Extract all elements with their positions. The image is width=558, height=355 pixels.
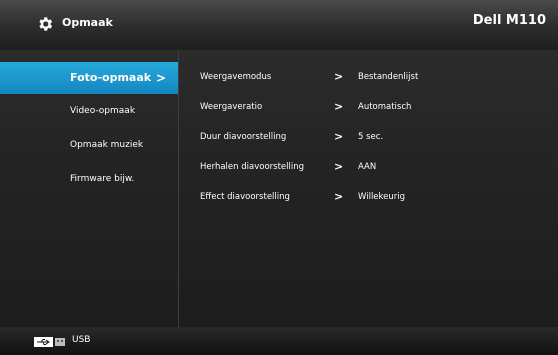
setting-label: Weergaveratio [200, 102, 263, 112]
setting-value: Willekeurig [358, 192, 406, 202]
setting-row-effect-diavoorstelling[interactable]: Effect diavoorstelling > Willekeurig [200, 182, 550, 212]
device-model: Dell M110 [472, 13, 546, 28]
chevron-right-icon: > [334, 160, 344, 173]
setting-value: AAN [358, 162, 377, 172]
setting-row-duur-diavoorstelling[interactable]: Duur diavoorstelling > 5 sec. [200, 122, 550, 152]
projector-menu-screen: Opmaak Dell M110 Foto-opmaak > Video-opm… [0, 0, 558, 355]
sidebar-item-video-opmaak[interactable]: Video-opmaak [0, 94, 178, 128]
gear-icon [39, 17, 53, 31]
chevron-right-icon: > [334, 190, 344, 203]
sidebar-nav: Foto-opmaak > Video-opmaak Opmaak muziek… [0, 62, 178, 196]
setting-label: Weergavemodus [200, 72, 272, 82]
setting-row-weergaveratio[interactable]: Weergaveratio > Automatisch [200, 92, 550, 122]
setting-value: Automatisch [358, 102, 412, 112]
settings-list: Weergavemodus > Bestandenlijst Weergaver… [200, 62, 550, 212]
page-title: Opmaak [62, 16, 113, 29]
setting-row-herhalen-diavoorstelling[interactable]: Herhalen diavoorstelling > AAN [200, 152, 550, 182]
sidebar-item-opmaak-muziek[interactable]: Opmaak muziek [0, 128, 178, 162]
sidebar-item-firmware-bijw[interactable]: Firmware bijw. [0, 162, 178, 196]
sidebar-item-foto-opmaak[interactable]: Foto-opmaak > [0, 62, 178, 94]
chevron-right-icon: > [334, 130, 344, 143]
chevron-right-icon: > [155, 71, 166, 85]
sidebar-item-label: Opmaak muziek [70, 140, 144, 150]
usb-icon [34, 337, 65, 347]
panel-divider [178, 50, 179, 327]
sidebar-item-label: Firmware bijw. [70, 174, 135, 184]
sidebar-item-label: Foto-opmaak [70, 71, 152, 84]
setting-value: Bestandenlijst [358, 72, 419, 82]
setting-label: Duur diavoorstelling [200, 132, 287, 142]
setting-row-weergavemodus[interactable]: Weergavemodus > Bestandenlijst [200, 62, 550, 92]
setting-label: Herhalen diavoorstelling [200, 162, 304, 172]
setting-label: Effect diavoorstelling [200, 192, 290, 202]
sidebar-item-label: Video-opmaak [70, 106, 136, 116]
setting-value: 5 sec. [358, 132, 384, 142]
status-bar: USB [0, 327, 558, 355]
chevron-right-icon: > [334, 70, 344, 83]
header-bar: Opmaak Dell M110 [0, 0, 558, 50]
source-label: USB [72, 335, 91, 345]
chevron-right-icon: > [334, 100, 344, 113]
